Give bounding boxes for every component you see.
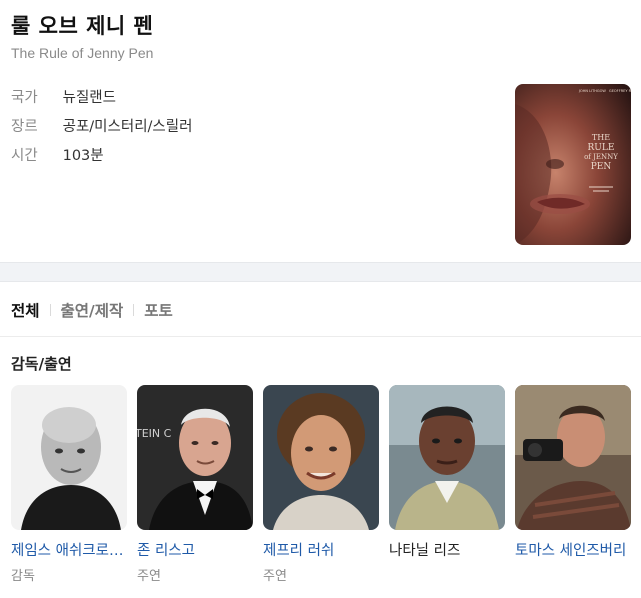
person-card[interactable]: 제프리 러쉬 주연: [263, 385, 379, 584]
svg-text:RULE: RULE: [588, 143, 615, 153]
person-role: 감독: [11, 569, 35, 584]
person-card[interactable]: TEIN C 존 리스고 주연: [137, 385, 253, 584]
photo-backdrop-text: TEIN C: [137, 427, 172, 440]
poster-title-text: THE: [592, 133, 610, 142]
person-photo[interactable]: [11, 385, 127, 530]
info-key: 국가: [11, 90, 38, 106]
person-photo[interactable]: [389, 385, 505, 530]
person-photo[interactable]: TEIN C: [137, 385, 253, 530]
info-value: 뉴질랜드: [62, 90, 116, 106]
tab-photo[interactable]: 포토: [144, 299, 173, 321]
movie-poster-image: THE RULE of JENNY PEN JOHN LITHGOW GEOFF…: [515, 84, 631, 245]
section-divider: [0, 262, 641, 282]
info-key: 장르: [11, 119, 38, 135]
tab-separator: [133, 304, 135, 316]
person-name[interactable]: 제프리 러쉬: [263, 539, 379, 560]
tab-cast-crew[interactable]: 출연/제작: [61, 299, 124, 321]
person-name[interactable]: 나타닐 리즈: [389, 539, 505, 560]
movie-title[interactable]: 룰 오브 제니 펜: [11, 10, 153, 40]
person-role: 주연: [263, 569, 287, 584]
movie-original-title: The Rule of Jenny Pen: [11, 45, 154, 61]
svg-text:PEN: PEN: [591, 162, 612, 172]
person-card[interactable]: 나타닐 리즈: [389, 385, 505, 565]
tab-all[interactable]: 전체: [11, 299, 40, 321]
info-row-country: 국가 뉴질랜드: [11, 86, 116, 108]
info-key: 시간: [11, 148, 38, 164]
person-card[interactable]: 토마스 세인즈버리: [515, 385, 631, 565]
info-row-runtime: 시간 103분: [11, 144, 104, 166]
info-row-genre: 장르 공포/미스터리/스릴러: [11, 115, 192, 137]
svg-text:of JENNY: of JENNY: [584, 153, 618, 161]
person-card[interactable]: 제임스 애쉬크로프트 감독: [11, 385, 127, 584]
svg-text:JOHN LITHGOW: JOHN LITHGOW: [578, 89, 606, 93]
person-name[interactable]: 존 리스고: [137, 539, 253, 560]
person-role: 주연: [137, 569, 161, 584]
movie-poster[interactable]: THE RULE of JENNY PEN JOHN LITHGOW GEOFF…: [515, 84, 631, 245]
info-value: 103분: [62, 148, 104, 164]
person-photo[interactable]: [263, 385, 379, 530]
tab-separator: [49, 304, 51, 316]
movie-info-card: 룰 오브 제니 펜 The Rule of Jenny Pen 국가 뉴질랜드 …: [0, 0, 641, 262]
person-photo[interactable]: [515, 385, 631, 530]
tabs-underline: [0, 336, 641, 337]
svg-text:GEOFFREY RUSH: GEOFFREY RUSH: [609, 89, 631, 93]
content-tabs: 전체 출연/제작 포토: [11, 298, 173, 322]
person-name[interactable]: 토마스 세인즈버리: [515, 539, 631, 560]
person-name[interactable]: 제임스 애쉬크로프트: [11, 539, 127, 560]
info-value: 공포/미스터리/스릴러: [62, 119, 193, 135]
section-title: 감독/출연: [11, 355, 72, 373]
